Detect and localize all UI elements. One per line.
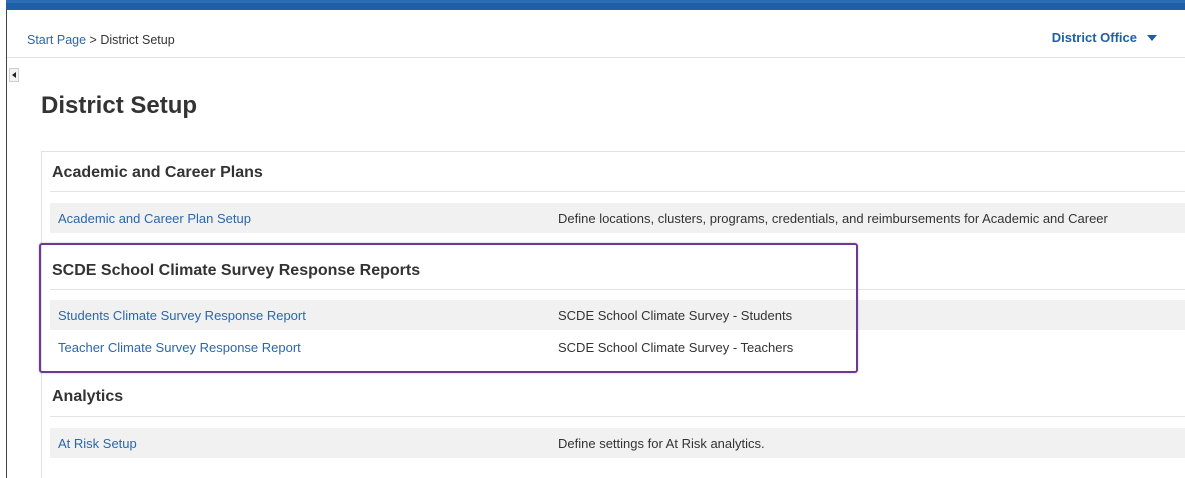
app-frame: Start Page > District Setup District Off… xyxy=(0,0,1185,478)
breadcrumb-bar: Start Page > District Setup District Off… xyxy=(7,10,1185,58)
breadcrumb-start-page-link[interactable]: Start Page xyxy=(27,33,86,47)
chevron-left-icon xyxy=(12,72,16,78)
section-divider xyxy=(50,191,1185,192)
caret-down-icon xyxy=(1147,34,1157,41)
breadcrumb-current: District Setup xyxy=(100,33,175,47)
academic-career-plan-setup-link[interactable]: Academic and Career Plan Setup xyxy=(58,211,251,226)
list-item: Academic and Career Plan Setup Define lo… xyxy=(50,203,1185,233)
breadcrumb: Start Page > District Setup xyxy=(27,33,175,47)
left-edge xyxy=(6,10,7,478)
district-office-menu[interactable]: District Office xyxy=(1052,30,1157,45)
section-divider xyxy=(50,416,1185,417)
row-description: Define settings for At Risk analytics. xyxy=(558,435,765,451)
breadcrumb-separator: > xyxy=(86,33,101,47)
sidebar-collapse-button[interactable] xyxy=(9,68,19,82)
section-heading-academic-career-plans: Academic and Career Plans xyxy=(52,164,263,181)
row-description: Define locations, clusters, programs, cr… xyxy=(558,210,1108,226)
highlight-annotation-box xyxy=(39,243,858,373)
at-risk-setup-link[interactable]: At Risk Setup xyxy=(58,436,137,451)
list-item: At Risk Setup Define settings for At Ris… xyxy=(50,428,1185,458)
section-heading-analytics: Analytics xyxy=(52,388,124,405)
page-title: District Setup xyxy=(41,92,198,119)
top-accent-bar xyxy=(6,0,1185,10)
district-office-label: District Office xyxy=(1051,30,1137,45)
